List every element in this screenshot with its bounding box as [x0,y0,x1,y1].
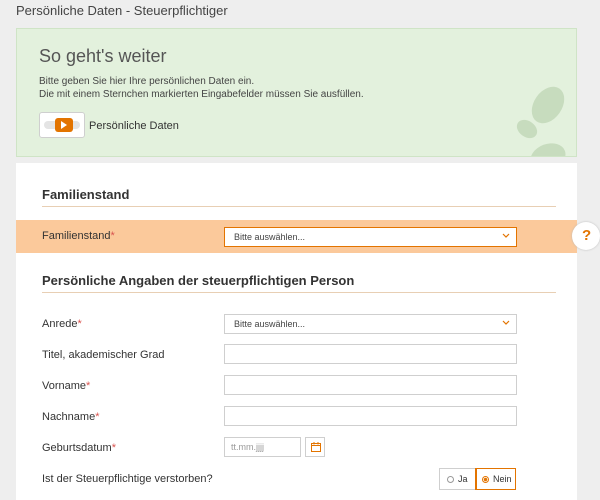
footprints-icon [516,86,566,156]
nachname-input[interactable] [224,406,517,426]
hint-panel: So geht's weiter Bitte geben Sie hier Ih… [16,28,577,157]
anrede-select[interactable]: Bitte auswählen... [224,314,517,334]
geburtsdatum-label: Geburtsdatum* [42,442,116,454]
verstorben-label: Ist der Steuerpflichtige verstorben? [42,473,213,485]
chevron-down-icon [502,320,510,325]
titel-input[interactable] [224,344,517,364]
section-heading-person: Persönliche Angaben der steuerpflichtige… [42,273,355,288]
anrede-label: Anrede* [42,318,82,330]
hint-title: So geht's weiter [39,46,167,66]
form-card: Familienstand Familienstand* Bitte auswä… [16,163,577,500]
page-title: Persönliche Daten - Steuerpflichtiger [16,3,228,18]
familienstand-label: Familienstand* [42,230,115,242]
required-mark: * [86,380,91,392]
calendar-button[interactable] [305,437,325,457]
radio-nein[interactable]: Nein [475,468,516,490]
nachname-label: Nachname* [42,411,100,423]
calendar-icon [311,442,321,452]
hint-text-line-1: Bitte geben Sie hier Ihre persönlichen D… [39,76,255,87]
section-divider [42,292,556,293]
verstorben-radio-group: Ja Nein [439,468,516,490]
required-mark: * [95,411,100,423]
radio-circle-icon [447,476,454,483]
familienstand-select[interactable]: Bitte auswählen... [224,227,517,247]
required-mark: * [77,318,82,330]
section-divider [42,206,556,207]
hint-text-line-2: Die mit einem Sternchen markierten Einga… [39,89,364,100]
required-mark: * [110,230,115,242]
section-heading-familienstand: Familienstand [42,187,130,202]
help-button[interactable]: ? [572,222,600,250]
video-label[interactable]: Persönliche Daten [89,120,179,132]
radio-ja[interactable]: Ja [440,469,476,489]
titel-label: Titel, akademischer Grad [42,349,165,361]
geburtsdatum-input[interactable]: tt.mm.jjjj [224,437,301,457]
video-play-icon [55,118,73,132]
vorname-input[interactable] [224,375,517,395]
vorname-label: Vorname* [42,380,91,392]
help-icon: ? [582,227,592,244]
radio-selected-icon [482,476,489,483]
required-mark: * [111,442,116,454]
video-toggle-button[interactable] [39,112,85,138]
chevron-down-icon [502,233,510,238]
